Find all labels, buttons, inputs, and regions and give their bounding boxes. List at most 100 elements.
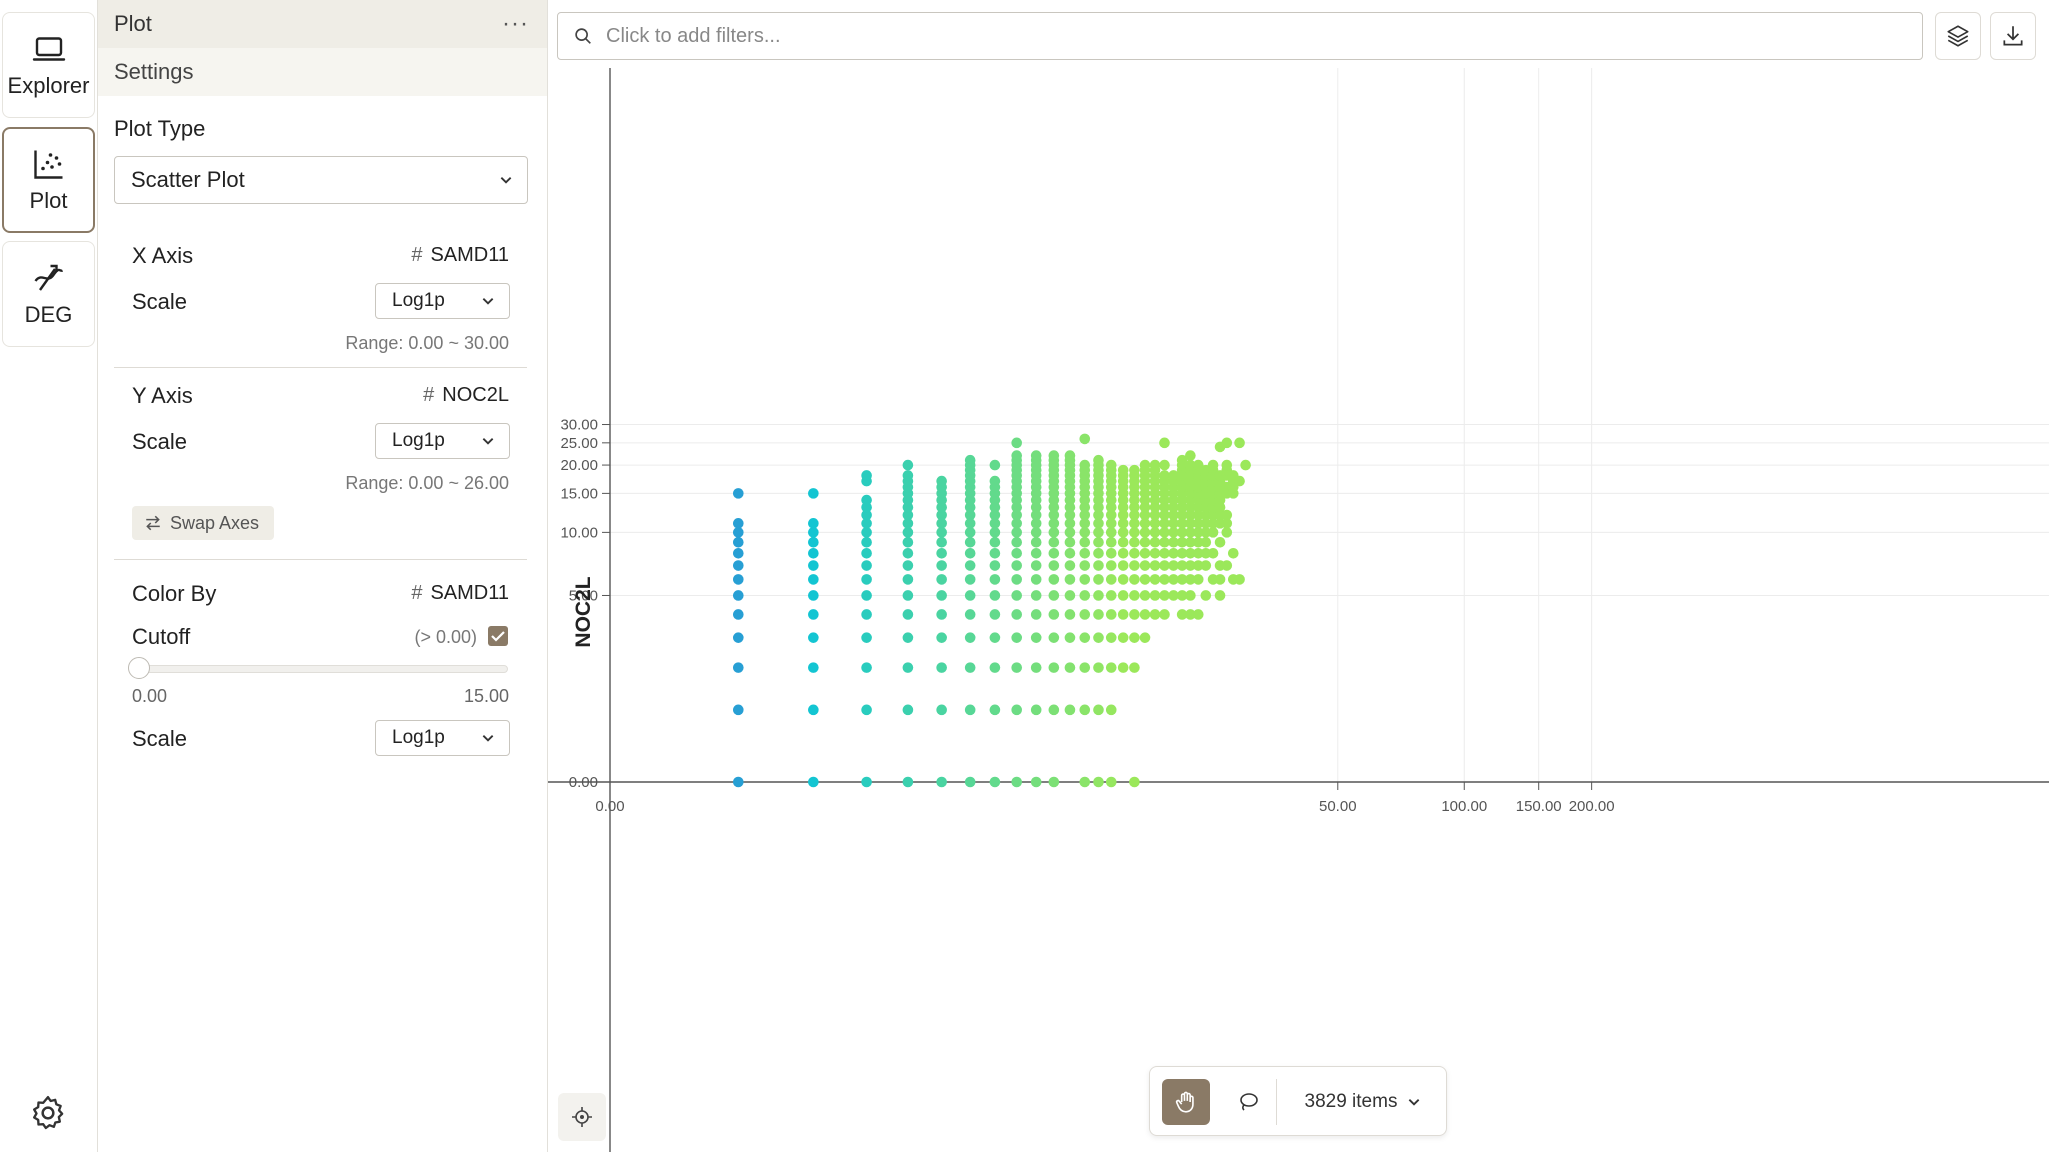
- cutoff-slider-track[interactable]: [138, 665, 508, 673]
- cutoff-slider-thumb[interactable]: [128, 657, 150, 679]
- scatter-point: [861, 537, 872, 548]
- hash-icon: #: [423, 384, 435, 406]
- nav-plot-button[interactable]: Plot: [2, 127, 95, 233]
- chevron-down-icon: [1409, 1099, 1420, 1106]
- scatter-point: [902, 776, 914, 788]
- scatter-point: [1048, 560, 1060, 571]
- laptop-icon: [32, 37, 65, 61]
- scatter-point: [733, 574, 744, 585]
- items-count-label: 3829 items: [1304, 1091, 1398, 1112]
- x-scale-select[interactable]: Log1p: [375, 283, 510, 319]
- chart-points: [733, 433, 1251, 788]
- scatter-point: [1139, 590, 1151, 601]
- y-scale-value: Log1p: [392, 430, 445, 451]
- x-tick-label: 50.00: [1319, 798, 1357, 815]
- scatter-point: [936, 662, 947, 673]
- scatter-point: [989, 776, 1001, 788]
- scatter-point: [1011, 609, 1023, 620]
- color-by-gene[interactable]: # SAMD11: [411, 582, 509, 605]
- scatter-point: [1079, 609, 1091, 620]
- swap-axes-button[interactable]: Swap Axes: [132, 506, 274, 540]
- scatter-point: [1105, 776, 1117, 788]
- cutoff-checkbox[interactable]: [488, 626, 508, 646]
- scatter-point: [1129, 609, 1140, 620]
- scatter-chart[interactable]: 0.00 50.00 100.00 150.00 200.00 0.005.0010.0…: [548, 68, 2049, 1152]
- scatter-point: [1221, 509, 1233, 521]
- scatter-point: [733, 488, 744, 499]
- scatter-point: [1117, 662, 1129, 673]
- scatter-point: [1159, 527, 1170, 538]
- recenter-button[interactable]: [558, 1093, 606, 1141]
- nav-explorer-button[interactable]: Explorer: [2, 12, 95, 118]
- scatter-point: [1207, 459, 1219, 471]
- gear-icon[interactable]: [28, 1093, 68, 1133]
- scatter-point: [1064, 547, 1076, 559]
- scatter-point: [1011, 776, 1023, 788]
- scatter-point: [1079, 537, 1091, 548]
- y-scale-select[interactable]: Log1p: [375, 423, 510, 459]
- nav-deg-button[interactable]: DEG: [2, 241, 95, 347]
- scatter-point: [1149, 537, 1161, 548]
- plot-type-select[interactable]: Scatter Plot: [114, 156, 528, 204]
- scatter-point: [1117, 609, 1129, 620]
- scatter-point: [1129, 527, 1140, 538]
- scatter-point: [902, 537, 914, 548]
- filter-search-input[interactable]: Click to add filters...: [557, 12, 1923, 60]
- lasso-tool-button[interactable]: [1224, 1079, 1272, 1125]
- scatter-point: [1011, 662, 1023, 673]
- scatter-point: [1149, 560, 1161, 571]
- layers-button[interactable]: [1935, 12, 1981, 60]
- scatter-point: [1149, 574, 1161, 585]
- scatter-point: [1011, 450, 1023, 461]
- y-tick-label: 25.00: [560, 435, 598, 452]
- scatter-point: [1149, 547, 1161, 559]
- scatter-point: [1079, 704, 1091, 716]
- scatter-point: [733, 560, 744, 571]
- scatter-point: [861, 494, 872, 506]
- scatter-point: [1185, 450, 1196, 461]
- scatter-point: [808, 609, 819, 620]
- scatter-point: [1207, 547, 1219, 559]
- chevron-down-icon: [482, 735, 494, 742]
- color-scale-select[interactable]: Log1p: [375, 720, 510, 756]
- scatter-point: [1234, 574, 1245, 585]
- scatter-point: [1105, 560, 1117, 571]
- hand-icon: [1175, 1091, 1194, 1113]
- cutoff-value: (> 0.00): [414, 627, 477, 647]
- scatter-point: [1048, 632, 1060, 643]
- scatter-point: [1030, 662, 1042, 673]
- panel-subtitle: Settings: [98, 48, 547, 96]
- scatter-point: [1030, 527, 1042, 538]
- scatter-point: [861, 632, 872, 643]
- scatter-point: [808, 518, 819, 529]
- y-tick-label: 0.00: [569, 774, 598, 791]
- y-range-text: Range: 0.00 ~ 26.00: [345, 473, 509, 493]
- scatter-point: [936, 590, 947, 601]
- scatter-point: [1093, 537, 1104, 548]
- scatter-point: [1139, 547, 1151, 559]
- download-button[interactable]: [1990, 12, 2036, 60]
- scatter-point: [733, 537, 744, 548]
- scatter-point: [1048, 450, 1060, 461]
- scatter-point: [1149, 459, 1161, 471]
- scatter-point: [1011, 437, 1023, 449]
- x-tick-label: 0.00: [595, 798, 624, 815]
- x-axis-label: X Axis: [132, 243, 194, 268]
- scatter-point: [1093, 590, 1104, 601]
- scatter-point: [1105, 459, 1117, 471]
- x-axis-gene[interactable]: # SAMD11: [411, 244, 509, 267]
- scatter-point: [1048, 609, 1060, 620]
- scatter-point: [989, 547, 1001, 559]
- nav-explorer-label: Explorer: [7, 73, 90, 98]
- scatter-point: [1159, 574, 1170, 585]
- scatter-point: [964, 547, 976, 559]
- scatter-point: [1149, 590, 1161, 601]
- y-axis-gene[interactable]: # NOC2L: [423, 384, 509, 407]
- y-tick-label: 30.00: [560, 417, 598, 434]
- more-options-button[interactable]: ···: [502, 10, 529, 38]
- pan-tool-button[interactable]: [1162, 1079, 1210, 1125]
- items-count-dropdown[interactable]: 3829 items: [1290, 1079, 1436, 1125]
- scatter-point: [1117, 464, 1129, 476]
- scatter-point: [1064, 574, 1076, 585]
- scatter-point: [808, 488, 819, 499]
